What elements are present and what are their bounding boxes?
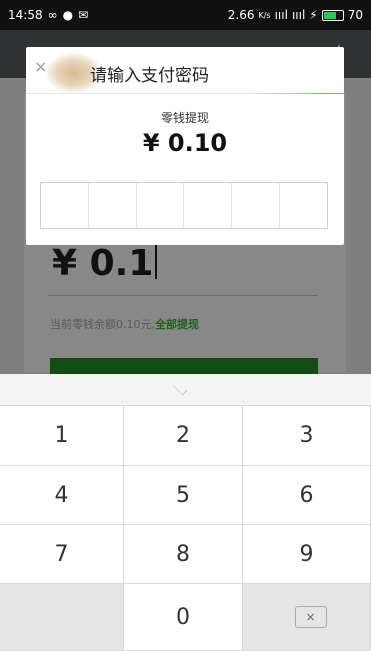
battery-icon <box>321 9 344 21</box>
backspace-icon[interactable]: × <box>294 606 327 628</box>
keypad-collapse-handle[interactable] <box>0 374 371 406</box>
charging-icon: ⚡ <box>309 8 318 22</box>
pin-cell[interactable] <box>232 183 281 228</box>
password-dialog: × 请输入支付密码 零钱提现 ¥ 0.10 <box>26 47 344 245</box>
withdraw-amount-input[interactable]: ¥ 0.1 <box>52 243 158 284</box>
key-6[interactable]: 6 <box>243 466 371 525</box>
backspace-icon-symbol: × <box>305 610 316 624</box>
divider <box>48 295 318 296</box>
key-9[interactable]: 9 <box>243 525 371 584</box>
signal-icon: ıııl <box>274 8 288 22</box>
numeric-keypad: 1 2 3 4 5 6 7 8 9 0 × <box>0 374 371 651</box>
clock: 14:58 <box>8 8 43 22</box>
amount-value: 0.1 <box>89 243 154 284</box>
infinity-icon: ∞ <box>47 8 58 22</box>
payment-type-label: 零钱提现 <box>160 111 209 125</box>
payment-amount: ¥ 0.10 <box>142 129 228 157</box>
key-8[interactable]: 8 <box>124 525 243 584</box>
withdraw-all-link[interactable]: 全部提现 <box>155 318 199 331</box>
pin-cell[interactable] <box>41 183 89 228</box>
pin-input[interactable] <box>40 182 328 229</box>
network-speed: 2.66 <box>227 8 255 22</box>
network-speed-unit: K/s <box>258 10 271 20</box>
text-caret <box>155 245 158 279</box>
balance-text: 当前零钱余额0.10元, <box>50 318 155 331</box>
battery-level: 70 <box>347 8 363 22</box>
dialog-title: 请输入支付密码 <box>90 66 209 86</box>
pin-cell[interactable] <box>137 183 185 228</box>
key-5[interactable]: 5 <box>124 466 243 525</box>
currency-symbol: ¥ <box>52 243 78 284</box>
pin-cell[interactable] <box>184 183 233 228</box>
key-1[interactable]: 1 <box>0 406 124 466</box>
signal-icon-2: ıııl <box>291 8 306 22</box>
status-bar: 14:58 ∞ ● ✉ 2.66 K/s ıııl ıııl ⚡ 70 <box>0 0 371 30</box>
key-blank <box>0 584 124 651</box>
key-0[interactable]: 0 <box>124 584 243 651</box>
key-3[interactable]: 3 <box>243 406 371 466</box>
battery-fill <box>323 11 337 19</box>
balance-info: 当前零钱余额0.10元,全部提现 <box>50 316 199 332</box>
chat-bubble-icon: ● <box>62 8 74 22</box>
mail-icon: ✉ <box>78 8 89 22</box>
key-7[interactable]: 7 <box>0 525 124 584</box>
dialog-header-divider <box>26 93 344 94</box>
delete-key[interactable]: × <box>243 584 371 651</box>
key-4[interactable]: 4 <box>0 466 124 525</box>
pin-cell[interactable] <box>89 183 137 228</box>
key-2[interactable]: 2 <box>124 406 243 466</box>
pin-cell[interactable] <box>280 183 327 228</box>
chevron-down-icon[interactable] <box>172 380 188 396</box>
